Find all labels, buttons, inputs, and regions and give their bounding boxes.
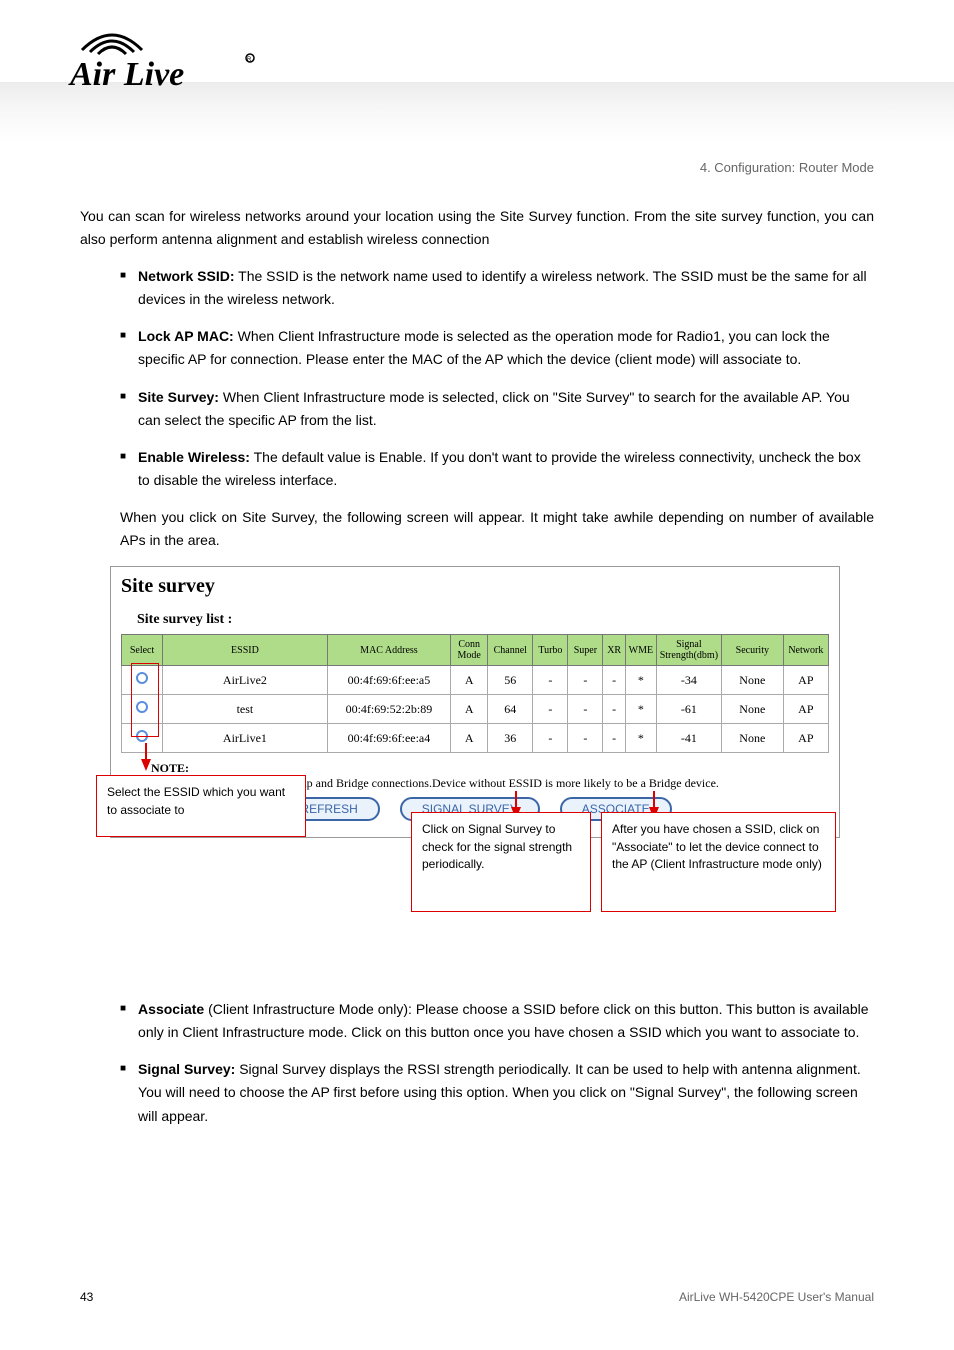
th-select: Select (122, 635, 163, 666)
th-signal: Signal Strength(dbm) (656, 635, 721, 666)
cell-turbo: - (533, 724, 568, 753)
cell-channel: 36 (488, 724, 533, 753)
cell-network: AP (783, 724, 828, 753)
cell-super: - (568, 695, 603, 724)
bullet-icon: ■ (120, 325, 126, 371)
cell-wme: * (625, 695, 656, 724)
callout-select-highlight (131, 663, 159, 737)
bridge-paragraph: When you click on Site Survey, the follo… (120, 506, 874, 552)
cell-security: None (721, 695, 783, 724)
th-security: Security (721, 635, 783, 666)
bullet-bold: Signal Survey: (138, 1061, 235, 1077)
cell-mac: 00:4f:69:52:2b:89 (327, 695, 450, 724)
note-label: NOTE: (151, 761, 189, 775)
page-content: 4. Configuration: Router Mode You can sc… (80, 160, 874, 1142)
cell-essid: AirLive2 (163, 666, 328, 695)
bullet-bold: Associate (138, 1001, 204, 1017)
site-survey-screenshot: Site survey Site survey list : Select ES… (110, 566, 840, 838)
list-item: ■ Network SSID: The SSID is the network … (120, 265, 874, 311)
th-network: Network (783, 635, 828, 666)
th-connmode: Conn Mode (451, 635, 488, 666)
bullet-bold: Lock AP MAC: (138, 328, 234, 344)
ss-title: Site survey (121, 575, 829, 598)
table-row: test00:4f:69:52:2b:89A64---*-61NoneAP (122, 695, 829, 724)
list-item: ■ Enable Wireless: The default value is … (120, 446, 874, 492)
arrow-down-icon (141, 759, 151, 771)
list-item: ■ Signal Survey: Signal Survey displays … (120, 1058, 874, 1127)
cell-wme: * (625, 724, 656, 753)
th-channel: Channel (488, 635, 533, 666)
cell-security: None (721, 724, 783, 753)
svg-text:R: R (247, 57, 252, 63)
th-super: Super (568, 635, 603, 666)
cell-network: AP (783, 695, 828, 724)
bullet-list-top: ■ Network SSID: The SSID is the network … (120, 265, 874, 492)
cell-signal: -41 (656, 724, 721, 753)
intro-paragraph: You can scan for wireless networks aroun… (80, 205, 874, 251)
cell-super: - (568, 666, 603, 695)
cell-essid: test (163, 695, 328, 724)
cell-mac: 00:4f:69:6f:ee:a4 (327, 724, 450, 753)
th-xr: XR (603, 635, 626, 666)
bullet-icon: ■ (120, 998, 126, 1044)
footer-text: AirLive WH-5420CPE User's Manual (679, 1290, 874, 1304)
airlive-logo: Air Live R (60, 30, 270, 100)
cell-channel: 56 (488, 666, 533, 695)
cell-signal: -61 (656, 695, 721, 724)
th-mac: MAC Address (327, 635, 450, 666)
bullet-body: When Client Infrastructure mode is selec… (138, 328, 830, 367)
cell-channel: 64 (488, 695, 533, 724)
chapter-label: 4. Configuration: Router Mode (80, 160, 874, 175)
bullet-icon: ■ (120, 386, 126, 432)
cell-connmode: A (451, 724, 488, 753)
bullet-body: When Client Infrastructure mode is selec… (138, 389, 850, 428)
cell-connmode: A (451, 666, 488, 695)
cell-xr: - (603, 666, 626, 695)
bullet-icon: ■ (120, 446, 126, 492)
bullet-body: Signal Survey displays the RSSI strength… (138, 1061, 861, 1123)
svg-text:Air Live: Air Live (68, 56, 184, 93)
th-turbo: Turbo (533, 635, 568, 666)
bullet-icon: ■ (120, 265, 126, 311)
list-item: ■ Lock AP MAC: When Client Infrastructur… (120, 325, 874, 371)
page-number: 43 (80, 1290, 93, 1304)
th-wme: WME (625, 635, 656, 666)
callout-associate: After you have chosen a SSID, click on "… (601, 812, 836, 912)
cell-turbo: - (533, 666, 568, 695)
cell-security: None (721, 666, 783, 695)
bullet-icon: ■ (120, 1058, 126, 1127)
bullet-body: (Client Infrastructure Mode only): Pleas… (138, 1001, 868, 1040)
callout-select: Select the ESSID which you want to assoc… (96, 775, 306, 837)
bullet-bold: Enable Wireless: (138, 449, 250, 465)
bullet-bold: Site Survey: (138, 389, 219, 405)
cell-xr: - (603, 724, 626, 753)
bullet-list-bottom: ■ Associate (Client Infrastructure Mode … (120, 998, 874, 1127)
table-row: AirLive100:4f:69:6f:ee:a4A36---*-41NoneA… (122, 724, 829, 753)
cell-wme: * (625, 666, 656, 695)
cell-connmode: A (451, 695, 488, 724)
bullet-bold: Network SSID: (138, 268, 234, 284)
table-row: AirLive200:4f:69:6f:ee:a5A56---*-34NoneA… (122, 666, 829, 695)
list-item: ■ Site Survey: When Client Infrastructur… (120, 386, 874, 432)
bullet-body: The SSID is the network name used to ide… (138, 268, 867, 307)
th-essid: ESSID (163, 635, 328, 666)
callout-signal: Click on Signal Survey to check for the … (411, 812, 591, 912)
cell-mac: 00:4f:69:6f:ee:a5 (327, 666, 450, 695)
cell-xr: - (603, 695, 626, 724)
cell-turbo: - (533, 695, 568, 724)
cell-network: AP (783, 666, 828, 695)
site-survey-table: Select ESSID MAC Address Conn Mode Chann… (121, 634, 829, 753)
cell-signal: -34 (656, 666, 721, 695)
cell-super: - (568, 724, 603, 753)
cell-essid: AirLive1 (163, 724, 328, 753)
page-footer: 43 AirLive WH-5420CPE User's Manual (80, 1290, 874, 1304)
list-item: ■ Associate (Client Infrastructure Mode … (120, 998, 874, 1044)
ss-list-label: Site survey list : (137, 612, 829, 628)
